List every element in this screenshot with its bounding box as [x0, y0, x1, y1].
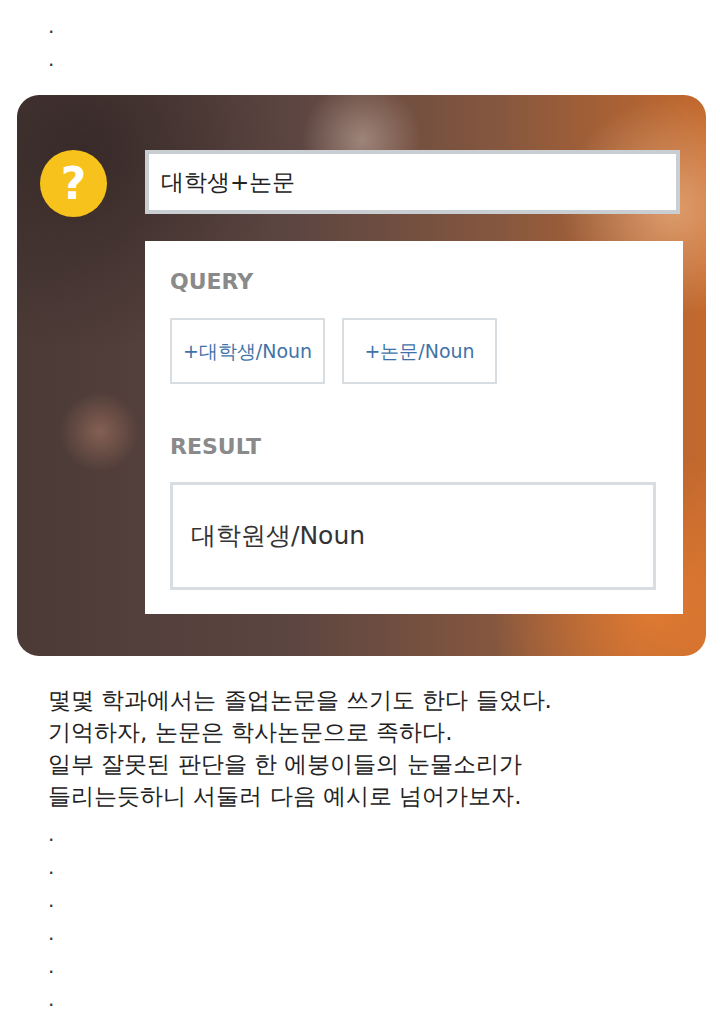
query-token: +대학생/Noun [170, 318, 325, 384]
paragraph-line: 몇몇 학과에서는 졸업논문을 쓰기도 한다 들었다. [48, 684, 712, 716]
result-label: RESULT [170, 434, 658, 460]
result-box: 대학원생/Noun [170, 482, 656, 590]
query-token: +논문/Noun [342, 318, 497, 384]
dot: . [48, 884, 720, 917]
result-panel: QUERY +대학생/Noun +논문/Noun RESULT 대학원생/Noun [145, 241, 683, 614]
paragraph-line: 일부 잘못된 판단을 한 에붕이들의 눈물소리가 [48, 748, 712, 780]
query-tokens: +대학생/Noun +논문/Noun [170, 318, 658, 384]
analogy-card: ? 대학생+논문 QUERY +대학생/Noun +논문/Noun RESULT 대학원생/… [17, 95, 706, 656]
dot: . [48, 917, 720, 950]
top-dots: .. [0, 10, 720, 76]
paragraph-line: 기억하자, 논문은 학사논문으로 족하다. [48, 716, 712, 748]
query-input[interactable]: 대학생+논문 [145, 150, 680, 214]
question-icon: ? [40, 150, 107, 217]
page: ..? 대학생+논문 QUERY +대학생/Noun +논문/Noun RESULT 대학원… [0, 0, 720, 1030]
dot: . [48, 851, 720, 884]
dot: . [48, 43, 720, 76]
dot: . [48, 983, 720, 1016]
paragraph: 몇몇 학과에서는 졸업논문을 쓰기도 한다 들었다.기억하자, 논문은 학사논문… [0, 684, 720, 812]
query-label: QUERY [170, 269, 658, 295]
dot: . [48, 950, 720, 983]
paragraph-line: 들리는듯하니 서둘러 다음 예시로 넘어가보자. [48, 780, 712, 812]
bottom-dots: ...... [0, 818, 720, 1016]
dot: . [48, 818, 720, 851]
dot: . [48, 10, 720, 43]
